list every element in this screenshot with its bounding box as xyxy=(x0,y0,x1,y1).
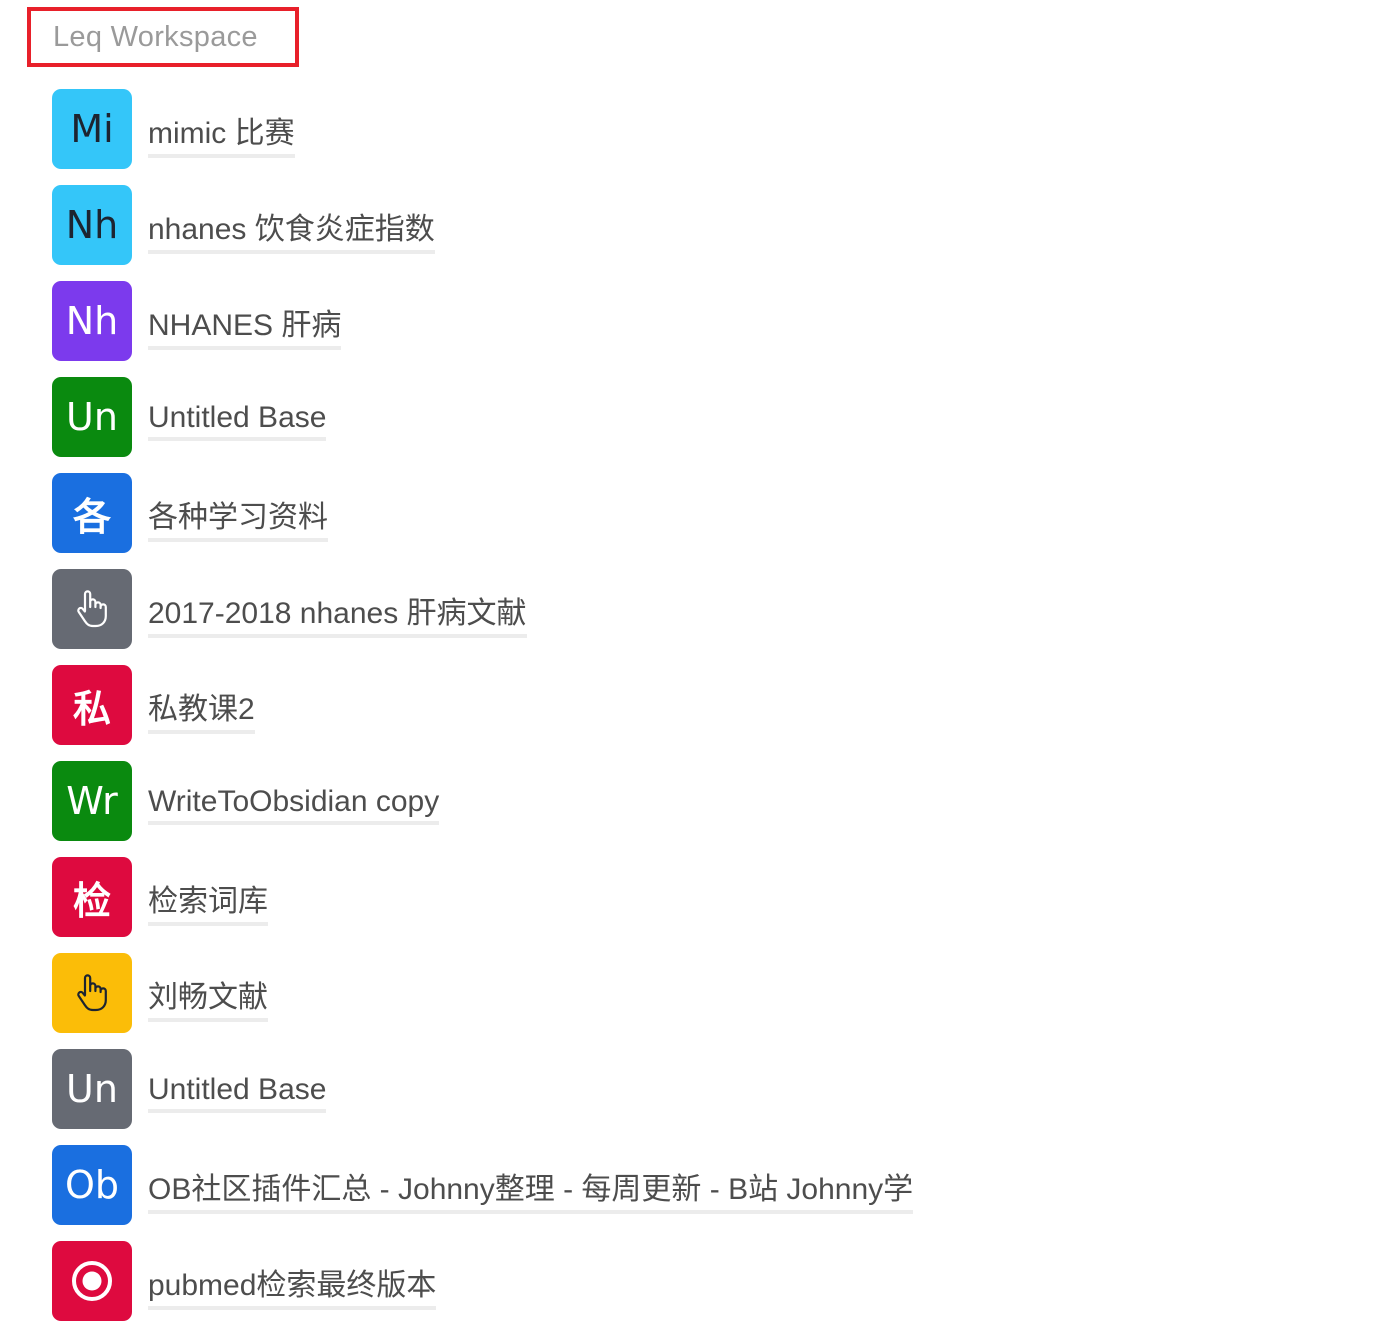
base-name[interactable]: OB社区插件汇总 - Johnny整理 - 每周更新 - B站 Johnny学 xyxy=(148,1164,914,1214)
base-icon: Un xyxy=(52,377,132,457)
base-icon: Un xyxy=(52,1049,132,1129)
base-icon: Ob xyxy=(52,1145,132,1225)
base-item[interactable]: 各 各种学习资料 xyxy=(52,473,913,553)
hand-pointer-icon xyxy=(52,953,132,1033)
base-item[interactable]: 刘畅文献 xyxy=(52,953,913,1033)
base-item[interactable]: 检 检索词库 xyxy=(52,857,913,937)
base-icon-text: Nh xyxy=(65,203,119,247)
base-icon: 检 xyxy=(52,857,132,937)
hand-pointer-icon xyxy=(52,569,132,649)
base-item[interactable]: 私 私教课2 xyxy=(52,665,913,745)
base-name[interactable]: 2017-2018 nhanes 肝病文献 xyxy=(148,588,527,638)
base-item[interactable]: pubmed检索最终版本 xyxy=(52,1241,913,1321)
base-icon-text: Ob xyxy=(64,1163,120,1207)
base-name[interactable]: Untitled Base xyxy=(148,1073,327,1113)
base-item[interactable]: Mi mimic 比赛 xyxy=(52,89,913,169)
base-name[interactable]: 私教课2 xyxy=(148,684,255,734)
base-item[interactable]: Wr WriteToObsidian copy xyxy=(52,761,913,841)
base-icon-text: Un xyxy=(66,395,118,439)
base-icon-text: 私 xyxy=(72,686,111,731)
base-icon-text: Wr xyxy=(66,779,118,823)
base-name[interactable]: 各种学习资料 xyxy=(148,492,328,542)
base-icon-text: Mi xyxy=(70,107,114,151)
base-icon-text: 各 xyxy=(72,494,111,539)
base-icon: Wr xyxy=(52,761,132,841)
base-item[interactable]: Un Untitled Base xyxy=(52,377,913,457)
base-item[interactable]: Nh NHANES 肝病 xyxy=(52,281,913,361)
base-icon-text: Nh xyxy=(65,299,119,343)
base-icon: Mi xyxy=(52,89,132,169)
base-name[interactable]: 检索词库 xyxy=(148,876,268,926)
base-name[interactable]: NHANES 肝病 xyxy=(148,300,342,350)
base-name[interactable]: mimic 比赛 xyxy=(148,108,295,158)
base-icon-text: 检 xyxy=(72,878,111,923)
base-list: Mi mimic 比赛 Nh nhanes 饮食炎症指数 Nh NHANES 肝… xyxy=(52,89,914,1337)
target-icon xyxy=(52,1241,132,1321)
base-item[interactable]: Ob OB社区插件汇总 - Johnny整理 - 每周更新 - B站 Johnn… xyxy=(52,1145,914,1225)
base-item[interactable]: Un Untitled Base xyxy=(52,1049,913,1129)
base-name[interactable]: Untitled Base xyxy=(148,401,327,441)
base-icon: 私 xyxy=(52,665,132,745)
base-name[interactable]: WriteToObsidian copy xyxy=(148,785,440,825)
base-name[interactable]: pubmed检索最终版本 xyxy=(148,1260,437,1310)
base-icon: Nh xyxy=(52,185,132,265)
base-item[interactable]: 2017-2018 nhanes 肝病文献 xyxy=(52,569,913,649)
base-item[interactable]: Nh nhanes 饮食炎症指数 xyxy=(52,185,913,265)
base-icon-text: Un xyxy=(66,1067,118,1111)
base-name[interactable]: 刘畅文献 xyxy=(148,972,268,1022)
base-icon: 各 xyxy=(52,473,132,553)
base-name[interactable]: nhanes 饮食炎症指数 xyxy=(148,204,435,254)
base-icon: Nh xyxy=(52,281,132,361)
workspace-header[interactable]: Leq Workspace xyxy=(27,7,299,67)
workspace-title: Leq Workspace xyxy=(53,20,258,53)
